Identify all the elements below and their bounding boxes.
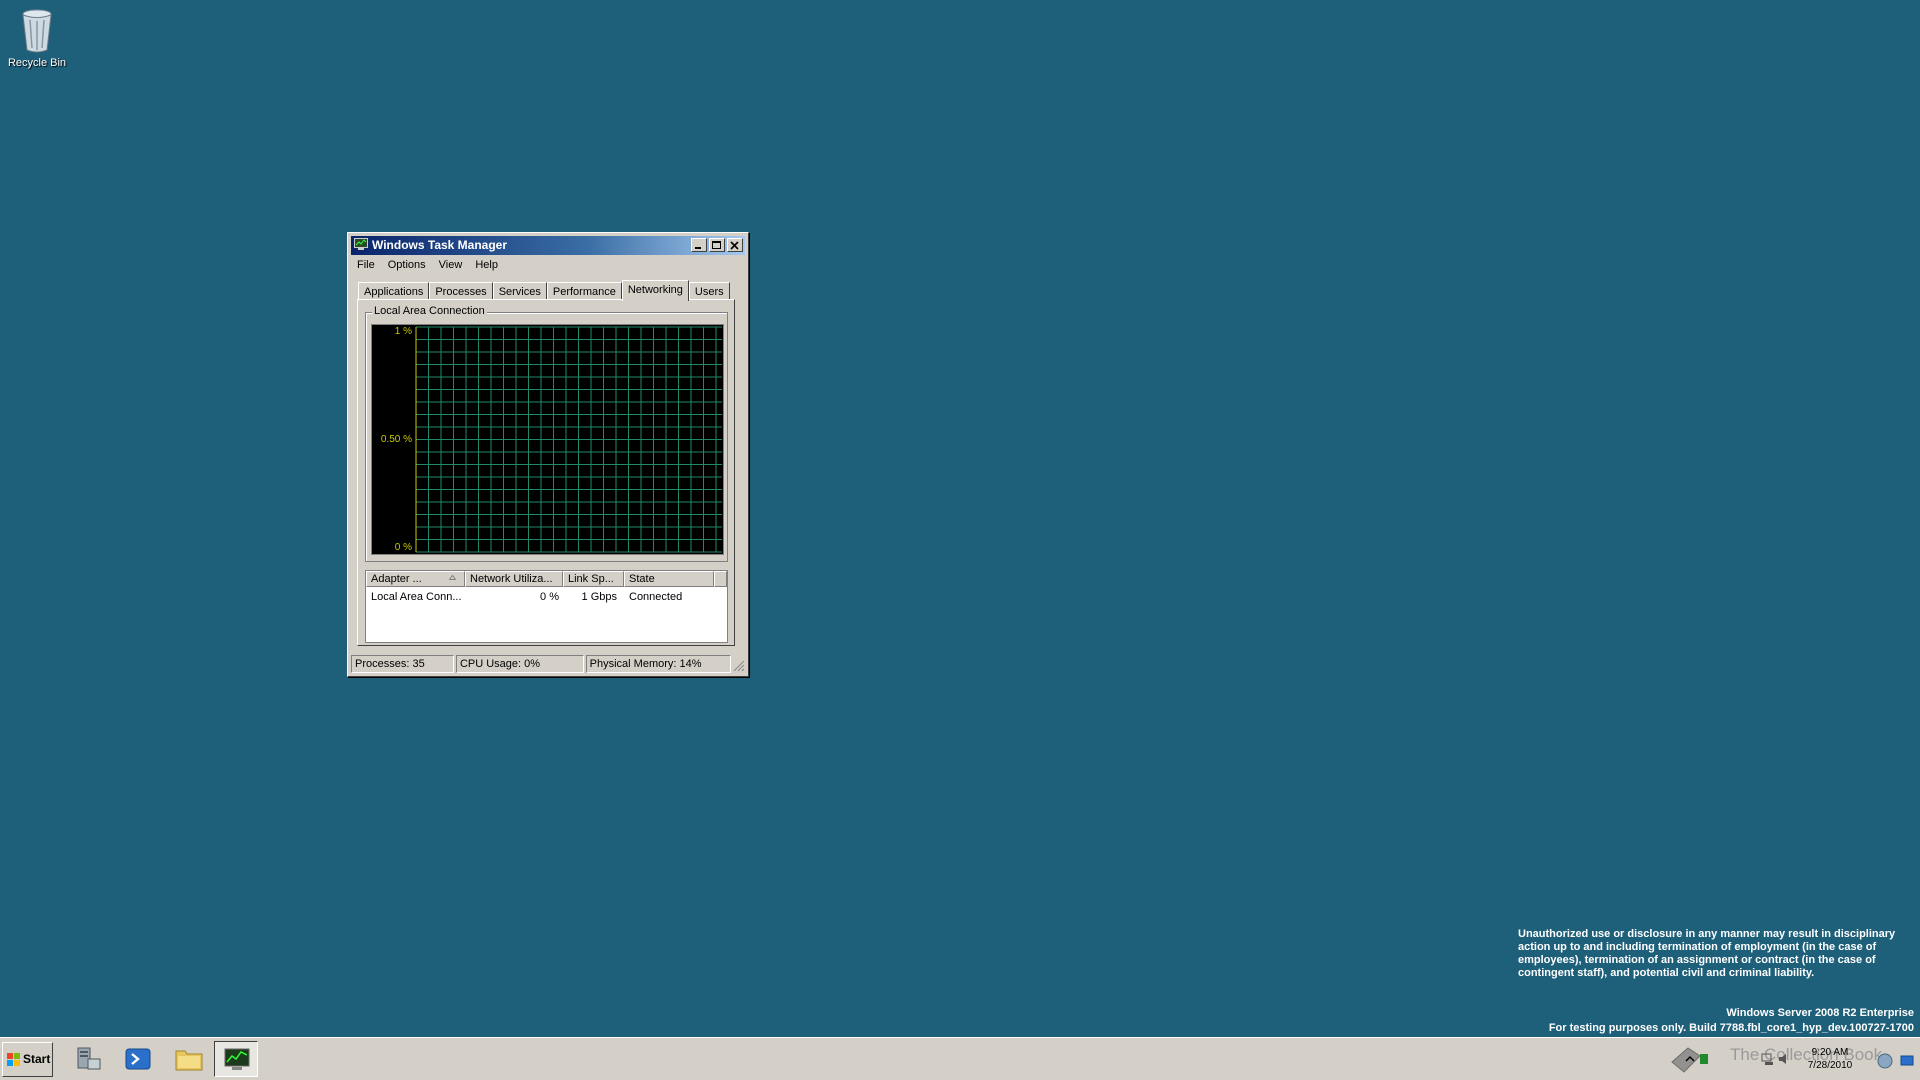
taskbar-explorer[interactable] <box>166 1041 210 1077</box>
help-tray-icon[interactable] <box>1876 1052 1894 1070</box>
build-info: Windows Server 2008 R2 Enterprise For te… <box>1549 1006 1914 1036</box>
task-manager-icon <box>224 1048 250 1070</box>
column-state[interactable]: State <box>624 571 714 587</box>
tab-networking[interactable]: Networking <box>621 280 689 301</box>
build-text: For testing purposes only. Build 7788.fb… <box>1548 1022 1914 1034</box>
menu-view[interactable]: View <box>433 257 470 275</box>
tab-services[interactable]: Services <box>492 282 547 300</box>
taskbar: Start The Collection Book 9:20 AM 7/28/2… <box>0 1037 1920 1080</box>
network-graph-canvas: 1 % 0.50 % 0 % <box>381 326 722 553</box>
menu-options[interactable]: Options <box>382 257 433 275</box>
task-manager-window: Windows Task Manager File Options View H… <box>347 232 749 677</box>
networking-panel: Local Area Connection 1 % 0.50 % 0 % Adapt… <box>357 299 735 646</box>
edition-text: Windows Server 2008 R2 Enterprise <box>1726 1007 1914 1019</box>
groupbox-title: Local Area Connection <box>372 305 487 317</box>
close-button[interactable] <box>727 238 743 252</box>
adapter-list-header: Adapter ... Network Utiliza... Link Sp..… <box>366 571 727 587</box>
cell-adapter: Local Area Conn... <box>371 591 462 603</box>
recycle-bin-label: Recycle Bin <box>7 57 67 69</box>
graph-y-label: 0 % <box>395 542 412 553</box>
minimize-button[interactable] <box>691 238 707 252</box>
menu-help[interactable]: Help <box>469 257 505 275</box>
maximize-icon <box>712 241 721 249</box>
column-spacer <box>714 571 727 587</box>
graph-y-label: 1 % <box>395 326 412 337</box>
recycle-bin-desktop-icon[interactable]: Recycle Bin <box>6 8 68 69</box>
start-label: Start <box>23 1052 51 1066</box>
taskbar-powershell[interactable] <box>116 1041 160 1077</box>
tab-processes[interactable]: Processes <box>429 282 493 300</box>
system-tray: The Collection Book 9:20 AM 7/28/2010 <box>1668 1040 1918 1078</box>
maximize-button[interactable] <box>709 238 725 252</box>
recycle-bin-icon <box>22 9 52 53</box>
close-icon <box>730 241 739 250</box>
show-hidden-icons-icon[interactable] <box>1685 1054 1695 1064</box>
cell-utilization: 0 % <box>540 591 559 603</box>
graph-y-label: 0.50 % <box>381 434 412 445</box>
column-network-utilization[interactable]: Network Utiliza... <box>465 571 563 587</box>
title-bar[interactable]: Windows Task Manager <box>351 236 745 255</box>
tray-status-icon[interactable] <box>1699 1053 1709 1065</box>
taskbar-task-manager[interactable] <box>214 1041 258 1077</box>
column-adapter[interactable]: Adapter ... <box>366 571 465 587</box>
powershell-icon <box>125 1048 151 1070</box>
network-graph: 1 % 0.50 % 0 % <box>371 324 724 555</box>
cell-state: Connected <box>629 591 683 603</box>
window-title: Windows Task Manager <box>372 238 508 252</box>
adapter-list: Adapter ... Network Utiliza... Link Sp..… <box>365 570 728 643</box>
column-link-speed[interactable]: Link Sp... <box>563 571 624 587</box>
status-memory: Physical Memory: 14% <box>585 655 732 673</box>
table-row[interactable]: Local Area Conn... 0 % 1 Gbps Connected <box>366 589 727 605</box>
tab-strip: Applications Processes Services Performa… <box>358 280 730 301</box>
status-cpu: CPU Usage: 0% <box>455 655 584 673</box>
sort-ascending-icon <box>449 575 456 580</box>
legal-notice: Unauthorized use or disclosure in any ma… <box>1518 928 1896 979</box>
volume-tray-icon[interactable] <box>1778 1052 1792 1066</box>
tab-performance[interactable]: Performance <box>546 282 622 300</box>
cell-link-speed: 1 Gbps <box>581 591 617 603</box>
taskbar-server-manager[interactable] <box>66 1041 110 1077</box>
start-button[interactable]: Start <box>2 1042 53 1077</box>
adapter-groupbox: Local Area Connection 1 % 0.50 % 0 % <box>365 305 728 562</box>
task-manager-app-icon <box>354 238 368 250</box>
clock[interactable]: 9:20 AM 7/28/2010 <box>1798 1046 1862 1072</box>
status-processes: Processes: 35 <box>351 655 454 673</box>
status-bar: Processes: 35 CPU Usage: 0% Physical Mem… <box>351 655 745 673</box>
windows-logo-icon <box>7 1053 20 1066</box>
tab-applications[interactable]: Applications <box>358 282 430 300</box>
menu-file[interactable]: File <box>351 257 382 275</box>
show-desktop-icon[interactable] <box>1900 1054 1914 1068</box>
resize-grip-icon[interactable] <box>733 659 745 673</box>
tab-users[interactable]: Users <box>688 282 730 300</box>
folder-icon <box>175 1050 203 1071</box>
minimize-icon <box>695 247 701 249</box>
column-adapter-label: Adapter ... <box>371 573 422 585</box>
network-tray-icon[interactable] <box>1761 1052 1775 1066</box>
clock-date: 7/28/2010 <box>1807 1060 1853 1071</box>
server-manager-icon <box>77 1047 101 1070</box>
menu-bar: File Options View Help <box>351 257 745 275</box>
clock-time: 9:20 AM <box>1811 1047 1849 1058</box>
